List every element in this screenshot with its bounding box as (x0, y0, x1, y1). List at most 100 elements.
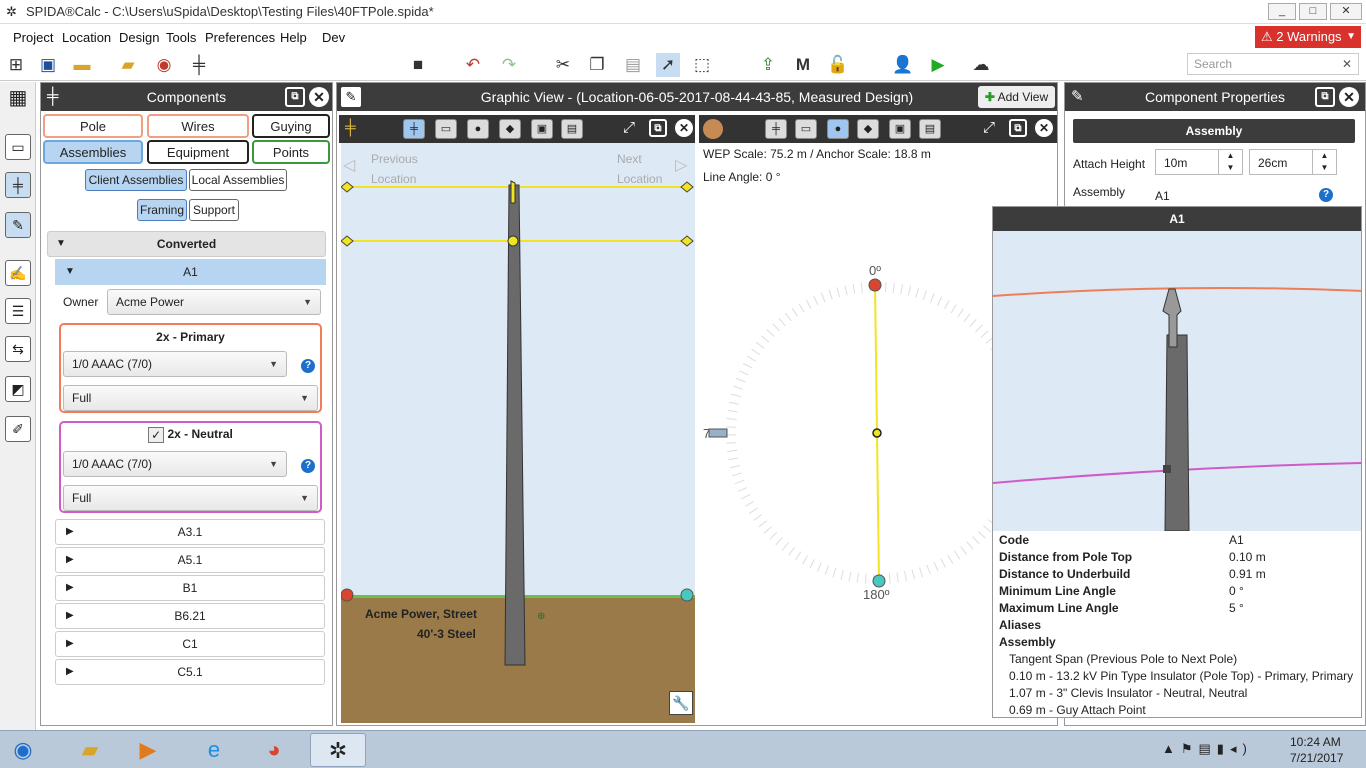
map-view-icon[interactable]: ◆ (499, 119, 521, 139)
wrench-icon[interactable]: 🔧 (669, 691, 693, 715)
search-input[interactable]: Search ✕ (1187, 53, 1359, 75)
report-view-icon[interactable]: ▤ (919, 119, 941, 139)
neutral-wire-select[interactable]: 1/0 AAAC (7/0) ▼ (63, 451, 287, 477)
neutral-checkbox[interactable]: ✓ (148, 427, 165, 443)
top-view-icon[interactable]: ● (467, 119, 489, 139)
tab-guying[interactable]: Guying (252, 114, 330, 138)
m-tool-icon[interactable]: M (791, 53, 815, 77)
popout-icon[interactable]: ⧉ (1009, 119, 1027, 137)
menu-dev[interactable]: Dev (322, 30, 345, 45)
undo-icon[interactable]: ↶ (461, 53, 485, 77)
folder-icon[interactable]: ▰ (116, 53, 140, 77)
top-view-icon[interactable]: ● (827, 119, 849, 139)
redo-icon[interactable]: ↷ (497, 53, 521, 77)
tab-assemblies[interactable]: Assemblies (43, 140, 143, 164)
assembly-item[interactable]: ▶ B6.21 (55, 603, 325, 629)
front-view-icon[interactable]: ╪ (765, 119, 787, 139)
report-view-icon[interactable]: ▤ (561, 119, 583, 139)
menu-help[interactable]: Help (280, 30, 307, 45)
framing-button[interactable]: Framing (137, 199, 187, 221)
client-assemblies-button[interactable]: Client Assemblies (85, 169, 187, 191)
components-panel-icon[interactable]: ╪ (5, 172, 31, 198)
cloud-run-icon[interactable]: ☁ (964, 53, 998, 77)
close-window-button[interactable]: ✕ (1330, 3, 1362, 20)
close-view-icon[interactable]: ✕ (675, 119, 693, 137)
close-panel-icon[interactable]: ✕ (1339, 87, 1359, 107)
save-icon[interactable]: ▣ (36, 53, 60, 77)
delete-icon[interactable]: ■ (406, 53, 430, 77)
front-view-icon[interactable]: ╪ (403, 119, 425, 139)
menu-preferences[interactable]: Preferences (205, 30, 275, 45)
popout-icon[interactable]: ⧉ (285, 87, 305, 107)
fullscreen-icon[interactable]: ⤢ (623, 119, 635, 136)
attach-height-m-input[interactable]: 10m ▲ ▼ (1155, 149, 1243, 175)
help-icon[interactable]: ? (301, 459, 315, 473)
support-button[interactable]: Support (189, 199, 239, 221)
copy-icon[interactable]: ❐ (585, 53, 609, 77)
spinner-icon[interactable]: ▲ ▼ (1312, 150, 1336, 174)
select-pointer-icon[interactable]: ➚ (656, 53, 680, 77)
list-panel-icon[interactable]: ☰ (5, 298, 31, 324)
front-view-canvas[interactable]: Previous Location ◁ Next Location ▷ ⊕ Acme… (341, 143, 695, 723)
add-view-button[interactable]: ✚ Add View (978, 86, 1055, 108)
map-view-icon[interactable]: ◆ (857, 119, 879, 139)
paste-icon[interactable]: ▤ (621, 53, 645, 77)
assembly-item[interactable]: ▶ B1 (55, 575, 325, 601)
internet-explorer-icon[interactable]: e (188, 733, 240, 767)
primary-mode-select[interactable]: Full ▼ (63, 385, 318, 411)
assembly-item[interactable]: ▶ A5.1 (55, 547, 325, 573)
lock-icon[interactable]: 🔓 (826, 53, 850, 77)
select-box-icon[interactable]: ⬚ (690, 53, 714, 77)
folder-panel-icon[interactable]: ▭ (5, 134, 31, 160)
help-icon[interactable]: ? (1319, 188, 1333, 202)
group-converted[interactable]: ▼ Converted (47, 231, 326, 257)
chrome-icon[interactable]: ◕ (248, 733, 300, 767)
close-view-icon[interactable]: ✕ (1035, 119, 1053, 137)
report-panel-icon[interactable]: ✐ (5, 416, 31, 442)
close-panel-icon[interactable]: ✕ (309, 87, 329, 107)
media-player-icon[interactable]: ▶ (122, 733, 174, 767)
warnings-button[interactable]: ⚠ 2 Warnings ▼ (1255, 26, 1361, 48)
help-icon[interactable]: ? (301, 359, 315, 373)
open-folder-icon[interactable]: ▬ (70, 53, 94, 77)
assembly-a1-header[interactable]: ▼ A1 (55, 259, 326, 285)
file-explorer-icon[interactable]: ▰ (64, 733, 116, 767)
start-button-icon[interactable]: ◉ (0, 733, 46, 767)
pole-tool-icon[interactable]: ╪ (187, 53, 211, 77)
calculator-icon[interactable]: ▦ (5, 86, 31, 112)
notes-panel-icon[interactable]: ✍ (5, 260, 31, 286)
menu-project[interactable]: Project (13, 30, 53, 45)
user-icon[interactable]: 👤 (891, 53, 915, 77)
tab-equipment[interactable]: Equipment (147, 140, 249, 164)
photo-view-icon[interactable]: ▣ (889, 119, 911, 139)
popout-icon[interactable]: ⧉ (1315, 87, 1335, 107)
maximize-button[interactable]: □ (1299, 3, 1327, 20)
assembly-item[interactable]: ▶ C1 (55, 631, 325, 657)
layer-view-icon[interactable]: ▭ (435, 119, 457, 139)
run-icon[interactable]: ▶ (926, 53, 950, 77)
tray-icons[interactable]: ▲⚑▤▮◂) (1162, 741, 1253, 757)
new-icon[interactable]: ⊞ (4, 53, 28, 77)
chart-panel-icon[interactable]: ◩ (5, 376, 31, 402)
menu-location[interactable]: Location (62, 30, 111, 45)
location-pin-icon[interactable]: ◉ (152, 53, 176, 77)
layer-view-icon[interactable]: ▭ (795, 119, 817, 139)
popout-icon[interactable]: ⧉ (649, 119, 667, 137)
menu-tools[interactable]: Tools (166, 30, 196, 45)
primary-wire-select[interactable]: 1/0 AAAC (7/0) ▼ (63, 351, 287, 377)
menu-design[interactable]: Design (119, 30, 159, 45)
local-assemblies-button[interactable]: Local Assemblies (189, 169, 287, 191)
assembly-item[interactable]: ▶ C5.1 (55, 659, 325, 685)
edit-panel-icon[interactable]: ✎ (5, 212, 31, 238)
tab-points[interactable]: Points (252, 140, 330, 164)
fullscreen-icon[interactable]: ⤢ (983, 119, 995, 136)
spida-calc-taskbar-icon[interactable]: ✲ (310, 733, 366, 767)
clear-search-icon[interactable]: ✕ (1342, 57, 1352, 71)
import-icon[interactable]: ⇪ (756, 53, 780, 77)
cut-icon[interactable]: ✂ (551, 53, 575, 77)
tab-wires[interactable]: Wires (147, 114, 249, 138)
assembly-item[interactable]: ▶ A3.1 (55, 519, 325, 545)
spinner-icon[interactable]: ▲ ▼ (1218, 150, 1242, 174)
tab-pole[interactable]: Pole (43, 114, 143, 138)
photo-view-icon[interactable]: ▣ (531, 119, 553, 139)
